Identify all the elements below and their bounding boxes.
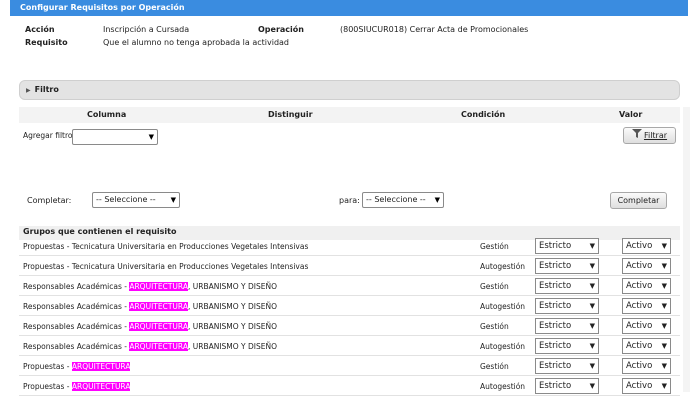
accion-label: Acción [25, 25, 55, 34]
table-row: Propuestas - ARQUITECTURA Gestión Estricto… [19, 356, 680, 376]
chevron-down-icon: ▼ [661, 302, 667, 310]
table-row: Responsables Académicas - ARQUITECTURA, … [19, 276, 680, 296]
modo-select[interactable]: Estricto ▼ [535, 338, 599, 354]
search-highlight: ARQUITECTURA [129, 342, 188, 351]
group-type: Autogestión [480, 342, 526, 351]
estado-select[interactable]: Activo ▼ [622, 258, 671, 274]
table-row: Responsables Académicas - ARQUITECTURA, … [19, 316, 680, 336]
search-highlight: ARQUITECTURA [71, 382, 131, 391]
agregar-filtro-label: Agregar filtro [23, 131, 73, 140]
search-highlight: ARQUITECTURA [129, 322, 188, 331]
chevron-down-icon: ▼ [661, 342, 667, 350]
chevron-down-icon: ▼ [589, 302, 595, 310]
table-row: Propuestas - Tecnicatura Universitaria e… [19, 236, 680, 256]
group-type: Gestión [480, 362, 509, 371]
agregar-filtro-select[interactable]: ▼ [72, 129, 158, 145]
table-row: Propuestas - Tecnicatura Universitaria e… [19, 256, 680, 276]
table-row: Responsables Académicas - ARQUITECTURA, … [19, 296, 680, 316]
chevron-down-icon: ▼ [434, 196, 440, 204]
search-highlight: ARQUITECTURA [71, 362, 131, 371]
estado-select[interactable]: Activo ▼ [622, 318, 671, 334]
chevron-down-icon: ▼ [661, 322, 667, 330]
collapse-arrow-icon: ▶ [26, 87, 31, 94]
filter-column-headers: Columna Distinguir Condición Valor [19, 107, 680, 123]
group-type: Autogestión [480, 302, 526, 311]
modo-select[interactable]: Estricto ▼ [535, 238, 599, 254]
estado-select[interactable]: Activo ▼ [622, 358, 671, 374]
group-description: Propuestas - Tecnicatura Universitaria e… [23, 242, 309, 251]
estado-select[interactable]: Activo ▼ [622, 278, 671, 294]
group-type: Autogestión [480, 382, 526, 391]
modo-select[interactable]: Estricto ▼ [535, 318, 599, 334]
group-description: Responsables Académicas - ARQUITECTURA, … [23, 322, 278, 331]
modo-select[interactable]: Estricto ▼ [535, 258, 599, 274]
search-highlight: ARQUITECTURA [129, 302, 188, 311]
group-type: Gestión [480, 282, 509, 291]
completar-button[interactable]: Completar [610, 192, 667, 209]
chevron-down-icon: ▼ [170, 196, 176, 204]
estado-select[interactable]: Activo ▼ [622, 238, 671, 254]
chevron-down-icon: ▼ [589, 342, 595, 350]
modo-select[interactable]: Estricto ▼ [535, 278, 599, 294]
chevron-down-icon: ▼ [589, 322, 595, 330]
group-description: Responsables Académicas - ARQUITECTURA, … [23, 302, 278, 311]
group-type: Autogestión [480, 262, 526, 271]
chevron-down-icon: ▼ [589, 262, 595, 270]
estado-select[interactable]: Activo ▼ [622, 298, 671, 314]
col-columna: Columna [87, 110, 127, 119]
filtrar-label: Filtrar [643, 131, 668, 140]
accion-value: Inscripción a Cursada [103, 25, 190, 34]
requisito-value: Que el alumno no tenga aprobada la activ… [103, 38, 290, 47]
group-description: Propuestas - ARQUITECTURA [23, 382, 131, 391]
para-select[interactable]: -- Seleccione -- ▼ [362, 192, 444, 208]
col-distinguir: Distinguir [268, 110, 313, 119]
group-description: Propuestas - ARQUITECTURA [23, 362, 131, 371]
modo-select[interactable]: Estricto ▼ [535, 298, 599, 314]
chevron-down-icon: ▼ [661, 382, 667, 390]
chevron-down-icon: ▼ [661, 262, 667, 270]
filtro-toggle[interactable]: ▶ Filtro [19, 80, 680, 100]
modo-select[interactable]: Estricto ▼ [535, 358, 599, 374]
scrollbar[interactable] [683, 107, 690, 392]
chevron-down-icon: ▼ [661, 242, 667, 250]
funnel-icon [631, 128, 642, 143]
group-description: Propuestas - Tecnicatura Universitaria e… [23, 262, 309, 271]
para-label: para: [339, 196, 360, 205]
chevron-down-icon: ▼ [589, 242, 595, 250]
filtrar-button[interactable]: Filtrar [623, 127, 676, 144]
table-row: Responsables Académicas - ARQUITECTURA, … [19, 336, 680, 356]
chevron-down-icon: ▼ [589, 282, 595, 290]
search-highlight: ARQUITECTURA [129, 282, 188, 291]
group-description: Responsables Académicas - ARQUITECTURA, … [23, 282, 278, 291]
group-type: Gestión [480, 322, 509, 331]
operacion-label: Operación [258, 25, 304, 34]
col-condicion: Condición [461, 110, 506, 119]
chevron-down-icon: ▼ [661, 282, 667, 290]
requisito-label: Requisito [25, 38, 68, 47]
filtro-title: Filtro [34, 85, 59, 94]
group-type: Gestión [480, 242, 509, 251]
chevron-down-icon: ▼ [589, 382, 595, 390]
chevron-down-icon: ▼ [661, 362, 667, 370]
table-row: Propuestas - ARQUITECTURA Autogestión Estr… [19, 376, 680, 396]
estado-select[interactable]: Activo ▼ [622, 338, 671, 354]
chevron-down-icon: ▼ [148, 133, 154, 141]
operacion-value: (800SIUCUR018) Cerrar Acta de Promociona… [340, 25, 529, 34]
completar-select[interactable]: -- Seleccione -- ▼ [92, 192, 180, 208]
col-valor: Valor [619, 110, 643, 119]
group-description: Responsables Académicas - ARQUITECTURA, … [23, 342, 278, 351]
completar-label: Completar: [27, 196, 72, 205]
window-title: Configurar Requisitos por Operación [10, 0, 688, 16]
chevron-down-icon: ▼ [589, 362, 595, 370]
